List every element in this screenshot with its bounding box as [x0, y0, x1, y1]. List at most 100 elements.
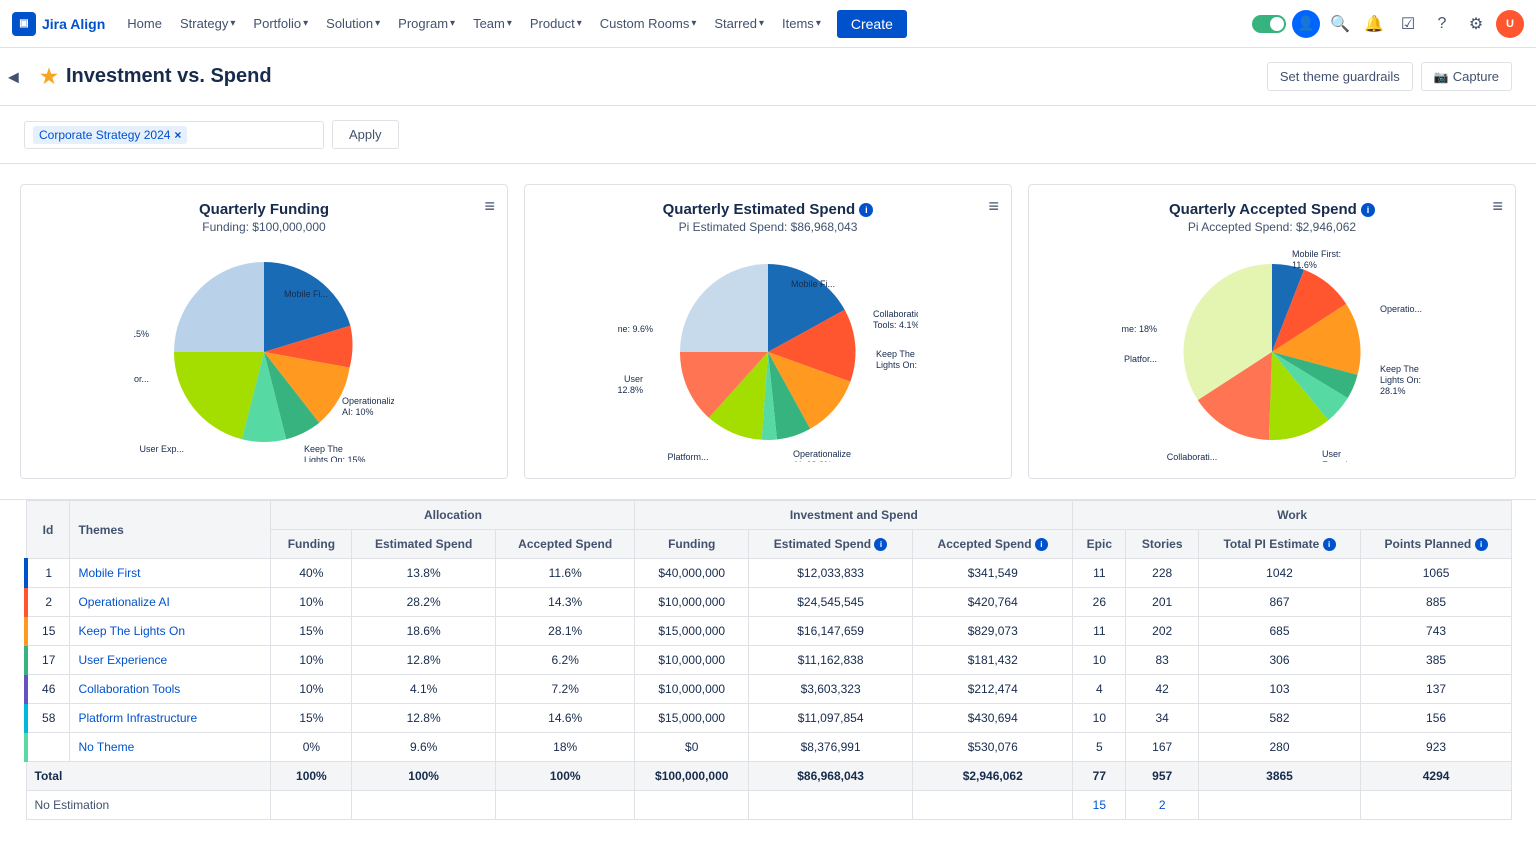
- svg-text:No Theme: 9.6%: No Theme: 9.6%: [618, 324, 653, 334]
- svg-text:Mobile First:: Mobile First:: [1292, 249, 1341, 259]
- app-logo[interactable]: ▣ Jira Align: [12, 12, 105, 36]
- svg-text:AI: 10%: AI: 10%: [342, 407, 374, 417]
- svg-text:AI: 28.2%: AI: 28.2%: [793, 460, 832, 462]
- svg-text:User: User: [1322, 449, 1341, 459]
- col-investment-spend: Investment and Spend: [635, 501, 1073, 530]
- info-icon-points[interactable]: i: [1475, 538, 1488, 551]
- info-icon-est-spend[interactable]: i: [874, 538, 887, 551]
- create-button[interactable]: Create: [837, 10, 907, 38]
- table-row: No Theme 0% 9.6% 18% $0 $8,376,991 $530,…: [26, 733, 1512, 762]
- table-row: 17 User Experience 10% 12.8% 6.2% $10,00…: [26, 646, 1512, 675]
- filter-tag: Corporate Strategy 2024 ×: [33, 126, 187, 144]
- col-epic: Epic: [1073, 530, 1126, 559]
- settings-icon[interactable]: ⚙: [1462, 10, 1490, 38]
- svg-text:Mobile Fi...: Mobile Fi...: [791, 279, 835, 289]
- chart-menu-icon[interactable]: ≡: [484, 197, 495, 215]
- search-icon[interactable]: 🔍: [1326, 10, 1354, 38]
- quarterly-funding-subtitle: Funding: $100,000,000: [33, 220, 495, 234]
- svg-text:Tools: 4.1%: Tools: 4.1%: [873, 320, 918, 330]
- col-work: Work: [1073, 501, 1512, 530]
- svg-text:Lights On:: Lights On:: [1380, 375, 1421, 385]
- info-icon-total-pi[interactable]: i: [1323, 538, 1336, 551]
- nav-custom-rooms[interactable]: Custom Rooms▾: [592, 12, 705, 35]
- col-acc-spend-pct: Accepted Spend: [495, 530, 634, 559]
- quarterly-funding-chart: ≡ Quarterly Funding Funding: $100,000,00…: [20, 184, 508, 479]
- quarterly-estimated-spend-title: Quarterly Estimated Spend i: [537, 201, 999, 218]
- funding-pie-chart: Mobile Fi... Operationalize AI: 10% Keep…: [134, 242, 394, 462]
- table-section: Id Themes Allocation Investment and Spen…: [0, 500, 1536, 844]
- chart-menu-icon-3[interactable]: ≡: [1492, 197, 1503, 215]
- top-navigation: ▣ Jira Align Home Strategy▾ Portfolio▾ S…: [0, 0, 1536, 48]
- logo-icon: ▣: [12, 12, 36, 36]
- nav-product[interactable]: Product▾: [522, 12, 590, 35]
- filter-tag-remove-icon[interactable]: ×: [174, 128, 181, 142]
- page-title: ★ Investment vs. Spend: [40, 64, 272, 89]
- page-header-actions: Set theme guardrails 📷Capture: [1267, 62, 1512, 91]
- svg-text:Lights On: 18.6%: Lights On: 18.6%: [876, 360, 918, 370]
- charts-row: ≡ Quarterly Funding Funding: $100,000,00…: [0, 164, 1536, 500]
- col-est-spend-amt: Estimated Spend i: [749, 530, 913, 559]
- estimated-spend-pie: Mobile Fi... Keep The Lights On: 18.6% C…: [618, 242, 918, 462]
- nav-starred[interactable]: Starred▾: [706, 12, 772, 35]
- notifications-icon[interactable]: 🔔: [1360, 10, 1388, 38]
- svg-text:Operatio...: Operatio...: [1380, 304, 1422, 314]
- quarterly-estimated-spend-chart: ≡ Quarterly Estimated Spend i Pi Estimat…: [524, 184, 1012, 479]
- info-icon-acc-spend[interactable]: i: [1035, 538, 1048, 551]
- quarterly-funding-title: Quarterly Funding: [33, 201, 495, 218]
- accepted-spend-pie: Mobile First: 11.6% Operatio... Keep The…: [1122, 242, 1422, 462]
- info-icon-est[interactable]: i: [859, 203, 873, 217]
- col-acc-spend-amt: Accepted Spend i: [913, 530, 1073, 559]
- nav-home[interactable]: Home: [119, 12, 170, 35]
- chart-menu-icon-2[interactable]: ≡: [988, 197, 999, 215]
- col-est-spend-pct: Estimated Spend: [352, 530, 496, 559]
- nav-items[interactable]: Items▾: [774, 12, 829, 35]
- filter-tag-container: Corporate Strategy 2024 ×: [24, 121, 324, 149]
- svg-text:Collaborati...: Collaborati...: [1167, 452, 1218, 462]
- svg-text:Keep The: Keep The: [876, 349, 915, 359]
- svg-text:Platfor...: Platfor...: [1124, 354, 1157, 364]
- quarterly-accepted-spend-title: Quarterly Accepted Spend i: [1041, 201, 1503, 218]
- set-theme-guardrails-button[interactable]: Set theme guardrails: [1267, 62, 1413, 91]
- nav-strategy[interactable]: Strategy▾: [172, 12, 243, 35]
- svg-text:User: User: [624, 374, 643, 384]
- filter-bar: Corporate Strategy 2024 × Apply: [0, 106, 1536, 164]
- capture-button[interactable]: 📷Capture: [1421, 62, 1512, 91]
- svg-text:Lights On: 15%: Lights On: 15%: [304, 455, 366, 462]
- table-row: 58 Platform Infrastructure 15% 12.8% 14.…: [26, 704, 1512, 733]
- col-stories: Stories: [1126, 530, 1198, 559]
- svg-text:Collabor...: Collabor...: [134, 374, 149, 384]
- table-row: 2 Operationalize AI 10% 28.2% 14.3% $10,…: [26, 588, 1512, 617]
- quarterly-estimated-spend-subtitle: Pi Estimated Spend: $86,968,043: [537, 220, 999, 234]
- profile-avatar[interactable]: U: [1496, 10, 1524, 38]
- investment-table: Id Themes Allocation Investment and Spen…: [24, 500, 1512, 820]
- star-icon[interactable]: ★: [40, 64, 58, 89]
- quarterly-accepted-spend-chart: ≡ Quarterly Accepted Spend i Pi Accepted…: [1028, 184, 1516, 479]
- col-total-pi: Total PI Estimate i: [1198, 530, 1360, 559]
- help-icon[interactable]: ?: [1428, 10, 1456, 38]
- svg-text:Operationalize: Operationalize: [793, 449, 851, 459]
- svg-text:11.6%: 11.6%: [1292, 260, 1317, 270]
- apply-button[interactable]: Apply: [332, 120, 399, 149]
- sidebar-toggle[interactable]: ◀: [8, 68, 19, 85]
- user-avatar-icon[interactable]: 👤: [1292, 10, 1320, 38]
- checklist-icon[interactable]: ☑: [1394, 10, 1422, 38]
- nav-solution[interactable]: Solution▾: [318, 12, 388, 35]
- quarterly-accepted-spend-subtitle: Pi Accepted Spend: $2,946,062: [1041, 220, 1503, 234]
- svg-text:Experience: 12.8%: Experience: 12.8%: [618, 385, 643, 395]
- col-themes: Themes: [70, 501, 271, 559]
- nav-portfolio[interactable]: Portfolio▾: [245, 12, 316, 35]
- toggle-switch[interactable]: [1252, 15, 1286, 33]
- info-icon-acc[interactable]: i: [1361, 203, 1375, 217]
- svg-text:User Exp...: User Exp...: [139, 444, 184, 454]
- table-row: 46 Collaboration Tools 10% 4.1% 7.2% $10…: [26, 675, 1512, 704]
- page-header: ◀ ★ Investment vs. Spend Set theme guard…: [0, 48, 1536, 106]
- nav-right-actions: 👤 🔍 🔔 ☑ ? ⚙ U: [1252, 10, 1524, 38]
- nav-team[interactable]: Team▾: [465, 12, 520, 35]
- svg-text:Mobile Fi...: Mobile Fi...: [284, 289, 328, 299]
- col-points: Points Planned i: [1361, 530, 1512, 559]
- no-estimation-row: No Estimation 15 2: [26, 791, 1512, 820]
- table-row: 1 Mobile First 40% 13.8% 11.6% $40,000,0…: [26, 559, 1512, 588]
- nav-program[interactable]: Program▾: [390, 12, 463, 35]
- total-row: Total 100% 100% 100% $100,000,000 $86,96…: [26, 762, 1512, 791]
- svg-text:Keep The: Keep The: [304, 444, 343, 454]
